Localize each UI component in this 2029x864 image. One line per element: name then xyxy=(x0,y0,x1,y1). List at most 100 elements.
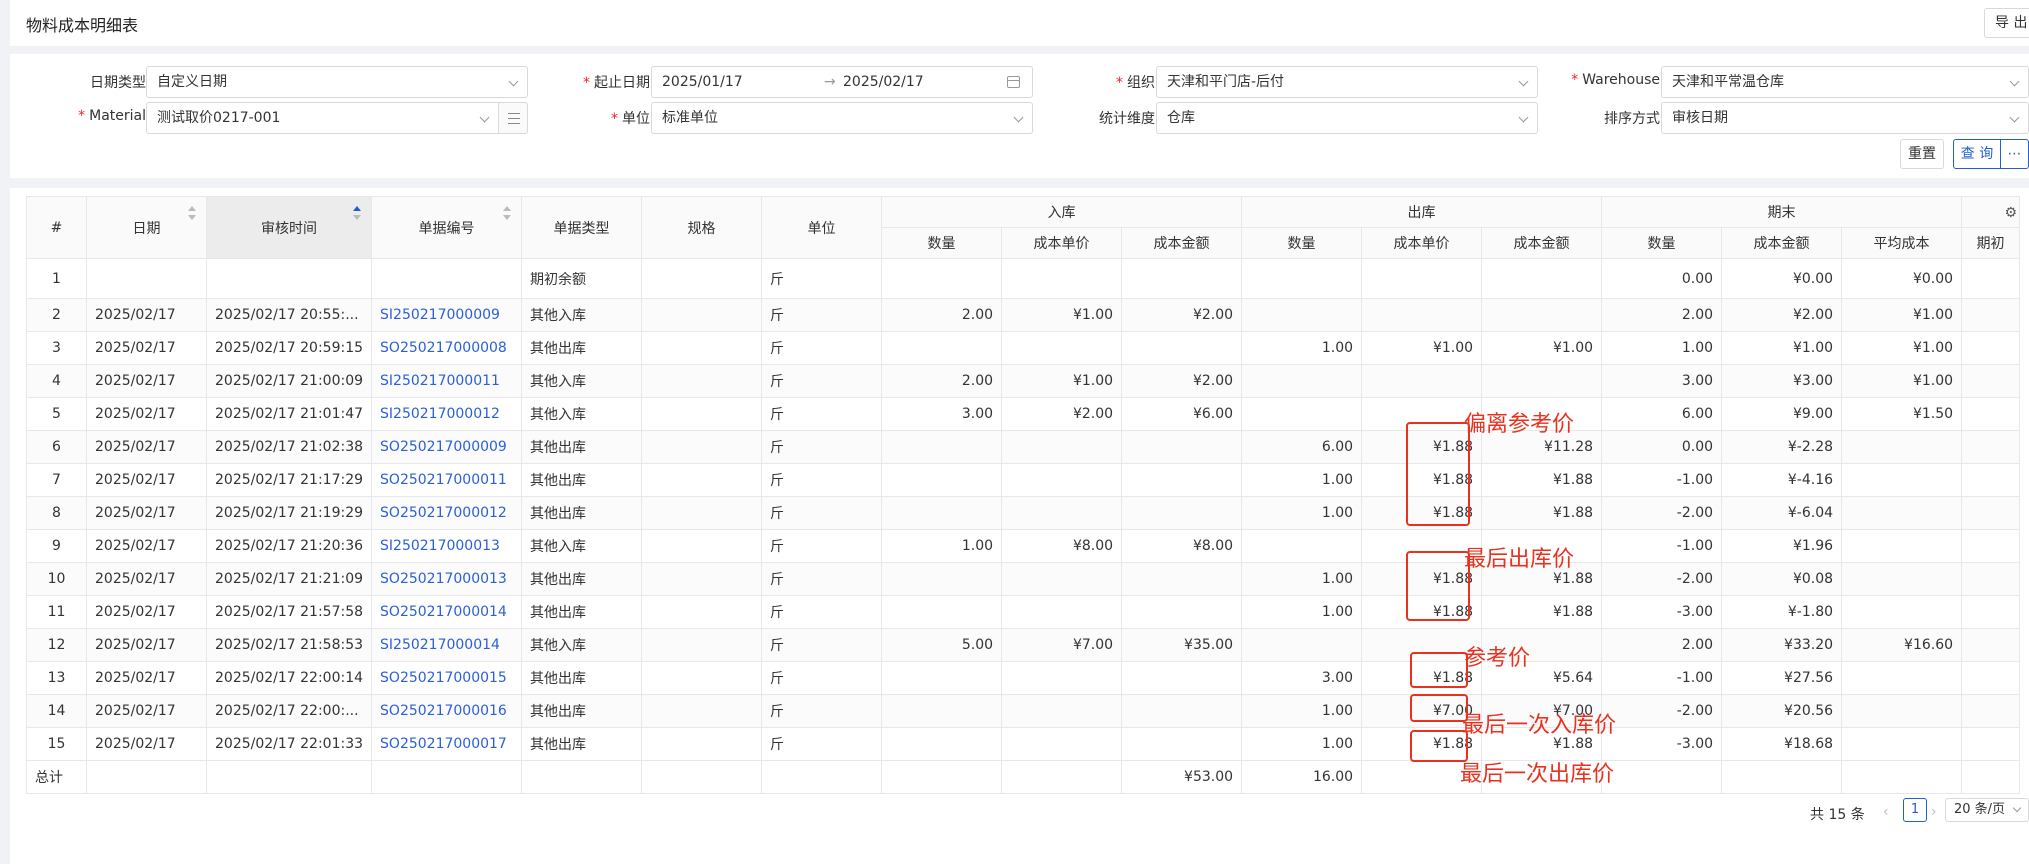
cell-avg-cost xyxy=(1841,496,1963,530)
cell-avg-cost: ¥1.00 xyxy=(1841,298,1963,332)
cell-audit-time: 2025/02/17 21:20:36 xyxy=(205,529,373,563)
cell-index: 11 xyxy=(26,595,87,629)
cell-doc-no-link[interactable]: SI250217000014 xyxy=(371,628,523,662)
cell-end-amt: ¥1.00 xyxy=(1721,331,1843,365)
cell-doc-no-link[interactable]: SI250217000009 xyxy=(371,298,523,332)
sort-select[interactable]: 审核日期 xyxy=(1661,102,2029,134)
dimension-select[interactable]: 仓库 xyxy=(1156,102,1538,134)
material-filter-button[interactable] xyxy=(498,102,528,134)
cell-unit: 斤 xyxy=(761,397,883,431)
cell-index: 6 xyxy=(26,430,87,464)
total-empty-cell xyxy=(371,760,523,794)
cell-end-amt: ¥-2.28 xyxy=(1721,430,1843,464)
chevron-down-icon xyxy=(479,112,490,123)
cell-date: 2025/02/17 xyxy=(86,529,207,563)
cell-doc-type: 其他入库 xyxy=(521,628,643,662)
col-in-qty: 数量 xyxy=(881,227,1003,259)
cell-index: 4 xyxy=(26,364,87,398)
cell-avg-cost xyxy=(1841,727,1963,761)
cell-avg-cost xyxy=(1841,430,1963,464)
cell-in-amt xyxy=(1121,430,1243,464)
col-end-amt: 成本金额 xyxy=(1721,227,1843,259)
total-empty-cell xyxy=(1001,760,1123,794)
sort-asc-icon[interactable] xyxy=(353,206,362,220)
cell-doc-no-link[interactable]: SI250217000012 xyxy=(371,397,523,431)
gear-icon[interactable]: ⚙ xyxy=(2004,205,2017,221)
cell-doc-no-link[interactable]: SO250217000015 xyxy=(371,661,523,695)
cell-end-amt: ¥3.00 xyxy=(1721,364,1843,398)
cell-audit-time: 2025/02/17 20:59:15 xyxy=(205,331,373,365)
chevron-down-icon xyxy=(1518,76,1529,87)
cell-in-qty xyxy=(881,430,1003,464)
page-size-select[interactable]: 20 条/页 xyxy=(1945,798,2029,822)
date-type-select[interactable]: 自定义日期 xyxy=(146,66,528,98)
total-empty-cell xyxy=(1841,760,1963,794)
col-doc-type: 单据类型 xyxy=(521,196,643,259)
filter-panel: 日期类型 自定义日期 * 起止日期 2025/01/17 → 2025/02/17… xyxy=(10,54,2029,178)
cell-in-qty xyxy=(881,463,1003,497)
start-date-input[interactable]: 2025/01/17 xyxy=(662,74,743,90)
cell-in-amt xyxy=(1121,496,1243,530)
cell-end-qty: -2.00 xyxy=(1601,562,1723,596)
cell-doc-no-link[interactable]: SO250217000008 xyxy=(371,331,523,365)
cell-doc-no-link[interactable]: SO250217000013 xyxy=(371,562,523,596)
sort-icon[interactable] xyxy=(188,206,196,220)
col-out-qty: 数量 xyxy=(1241,227,1363,259)
cell-doc-no-link[interactable]: SO250217000011 xyxy=(371,463,523,497)
reset-button[interactable]: 重置 xyxy=(1900,139,1944,169)
dimension-label: 统计维度 xyxy=(1099,111,1155,127)
cell-doc-no-link[interactable]: SO250217000014 xyxy=(371,595,523,629)
cell-doc-no-link[interactable]: SO250217000016 xyxy=(371,694,523,728)
cell-date: 2025/02/17 xyxy=(86,562,207,596)
next-page-button[interactable]: › xyxy=(1931,804,1937,820)
cell-doc-no-link[interactable]: SO250217000009 xyxy=(371,430,523,464)
material-select[interactable]: 测试取价0217-001 xyxy=(146,102,499,134)
cell-doc-no-link[interactable]: SI250217000011 xyxy=(371,364,523,398)
col-doc-no[interactable]: 单据编号 xyxy=(371,196,523,259)
cell-end-qty: 1.00 xyxy=(1601,331,1723,365)
cell-in-price xyxy=(1001,496,1123,530)
warehouse-select[interactable]: 天津和平常温仓库 xyxy=(1661,66,2029,98)
table-row-total: 总计 ¥53.00 16.00 xyxy=(26,760,2021,794)
export-button[interactable]: 导 出 xyxy=(1984,8,2029,38)
cell-doc-no-link[interactable]: SI250217000013 xyxy=(371,529,523,563)
cell-audit-time: 2025/02/17 21:01:47 xyxy=(205,397,373,431)
cell-spec xyxy=(641,595,763,629)
cell-out-qty: 1.00 xyxy=(1241,694,1363,728)
org-select[interactable]: 天津和平门店-后付 xyxy=(1156,66,1538,98)
annotation-reference: 参考价 xyxy=(1464,646,1531,671)
total-empty-cell xyxy=(1961,760,2021,794)
cell-out-qty: 1.00 xyxy=(1241,463,1363,497)
page-1-button[interactable]: 1 xyxy=(1903,798,1927,822)
cell-end-qty: -2.00 xyxy=(1601,694,1723,728)
cell-avg-cost xyxy=(1841,661,1963,695)
cost-detail-table: # 日期 审核时间 单据编号 单据类型 规格 单位 入库 出库 期末 ⚙ 数量 … xyxy=(26,196,2021,794)
cell-end-qty: -2.00 xyxy=(1601,496,1723,530)
cell-audit-time: 2025/02/17 21:17:29 xyxy=(205,463,373,497)
cell-audit-time: 2025/02/17 21:02:38 xyxy=(205,430,373,464)
annotation-box-reference xyxy=(1410,652,1468,688)
cell-date: 2025/02/17 xyxy=(86,628,207,662)
prev-page-button[interactable]: ‹ xyxy=(1883,804,1889,820)
cell-in-amt xyxy=(1121,331,1243,365)
sort-icon[interactable] xyxy=(503,206,512,220)
col-avg-cost: 平均成本 xyxy=(1841,227,1963,259)
cell-doc-no-link[interactable]: SO250217000017 xyxy=(371,727,523,761)
cell-end-amt: ¥0.08 xyxy=(1721,562,1843,596)
cell-end-extra xyxy=(1961,463,2021,497)
date-range-picker[interactable]: 2025/01/17 → 2025/02/17 xyxy=(651,66,1033,98)
cell-end-amt: ¥-6.04 xyxy=(1721,496,1843,530)
cell-doc-type: 其他入库 xyxy=(521,397,643,431)
cell-end-amt: ¥18.68 xyxy=(1721,727,1843,761)
col-settings[interactable]: ⚙ xyxy=(1961,196,2021,228)
unit-select[interactable]: 标准单位 xyxy=(651,102,1033,134)
end-date-input[interactable]: 2025/02/17 xyxy=(843,67,924,97)
cell-doc-no-link[interactable]: SO250217000012 xyxy=(371,496,523,530)
more-options-button[interactable]: ⋯ xyxy=(2000,139,2029,169)
cell-unit: 斤 xyxy=(761,661,883,695)
col-audit-time[interactable]: 审核时间 xyxy=(205,196,373,259)
query-button[interactable]: 查 询 xyxy=(1953,139,2001,169)
col-date[interactable]: 日期 xyxy=(86,196,207,259)
cell-unit: 斤 xyxy=(761,364,883,398)
cell-out-amt: ¥1.00 xyxy=(1481,331,1603,365)
